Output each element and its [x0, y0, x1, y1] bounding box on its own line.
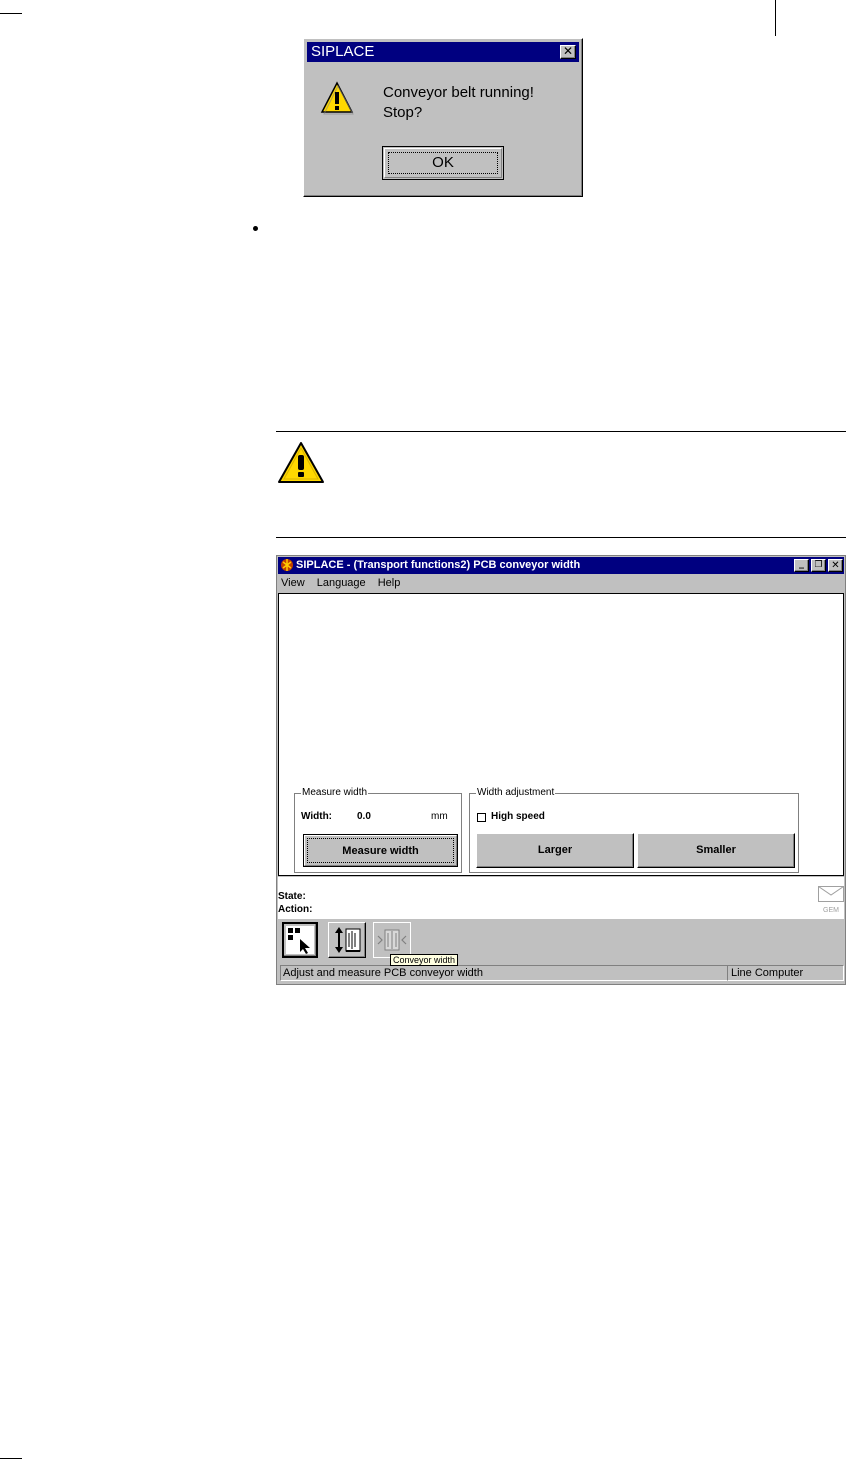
measure-width-button-label: Measure width: [307, 838, 454, 863]
select-pointer-icon: [286, 926, 314, 954]
measure-width-group-label: Measure width: [301, 787, 369, 799]
menu-bar: View Language Help: [281, 576, 409, 590]
ok-button-label: OK: [388, 152, 498, 174]
caution-rule-bottom: [276, 537, 846, 538]
width-value: 0.0: [357, 811, 371, 822]
close-icon: ✕: [562, 44, 574, 58]
width-adjustment-group: Width adjustment High speed Larger Small…: [469, 787, 799, 873]
app-window: SIPLACE - (Transport functions2) PCB con…: [276, 555, 846, 985]
width-adjustment-group-label: Width adjustment: [476, 787, 556, 799]
siplace-logo-icon: [281, 559, 293, 571]
state-area: State: Action: GEM: [278, 877, 844, 919]
app-close-button[interactable]: ✕: [828, 559, 843, 572]
dialog-message-line2: Stop?: [383, 104, 423, 121]
page-rule-vertical: [775, 0, 776, 36]
state-label: State:: [278, 891, 306, 902]
menu-help[interactable]: Help: [378, 577, 401, 589]
restore-button[interactable]: ❐: [811, 559, 826, 572]
message-dialog: SIPLACE ✕ Conveyor belt running! Stop? O…: [303, 38, 583, 197]
restore-icon: ❐: [814, 560, 823, 570]
status-text: Adjust and measure PCB conveyor width: [280, 965, 728, 981]
dialog-message: Conveyor belt running! Stop?: [383, 83, 534, 123]
larger-button[interactable]: Larger: [476, 833, 634, 868]
dialog-title: SIPLACE: [311, 43, 375, 60]
conveyor-updown-icon: [335, 927, 361, 953]
transport-function-button[interactable]: [328, 922, 366, 958]
width-unit: mm: [431, 811, 448, 822]
measure-width-button[interactable]: Measure width: [303, 834, 458, 867]
envelope-icon: [818, 886, 844, 902]
page-rule-bottom: [0, 1458, 22, 1459]
status-line-computer: Line Computer: [727, 965, 844, 981]
page-rule-top: [0, 13, 22, 14]
gem-label: GEM: [823, 907, 839, 914]
menu-view[interactable]: View: [281, 577, 305, 589]
minimize-icon: _: [799, 558, 804, 569]
app-titlebar: SIPLACE - (Transport functions2) PCB con…: [278, 557, 844, 574]
caution-rule-top: [276, 431, 846, 432]
larger-button-label: Larger: [537, 844, 573, 856]
toolbar: [278, 919, 844, 963]
conveyor-width-button[interactable]: [373, 922, 411, 958]
close-icon: ✕: [831, 560, 840, 571]
minimize-button[interactable]: _: [794, 559, 809, 572]
conveyor-width-icon: [377, 929, 407, 951]
high-speed-label: High speed: [491, 811, 545, 822]
conveyor-width-tooltip: Conveyor width: [390, 954, 459, 966]
dialog-titlebar: SIPLACE ✕: [307, 42, 579, 62]
dialog-close-button[interactable]: ✕: [560, 45, 576, 59]
warning-icon: [320, 81, 354, 115]
smaller-button[interactable]: Smaller: [637, 833, 795, 868]
smaller-button-label: Smaller: [696, 844, 736, 856]
app-title: SIPLACE - (Transport functions2) PCB con…: [296, 559, 581, 571]
dialog-message-line1: Conveyor belt running!: [383, 84, 534, 101]
status-bar: Adjust and measure PCB conveyor width Li…: [278, 964, 844, 982]
high-speed-checkbox[interactable]: [477, 813, 486, 822]
caution-warning-icon: [278, 442, 324, 483]
bullet-point: [253, 226, 258, 231]
gem-mail-icon: GEM: [818, 886, 844, 914]
width-label: Width:: [301, 811, 333, 822]
main-panel: Measure width Width: 0.0 mm Measure widt…: [278, 593, 844, 876]
action-label: Action:: [278, 904, 313, 915]
ok-button[interactable]: OK: [382, 146, 504, 180]
select-function-button[interactable]: [282, 922, 318, 958]
menu-language[interactable]: Language: [317, 577, 366, 589]
measure-width-group: Measure width Width: 0.0 mm Measure widt…: [294, 787, 462, 873]
